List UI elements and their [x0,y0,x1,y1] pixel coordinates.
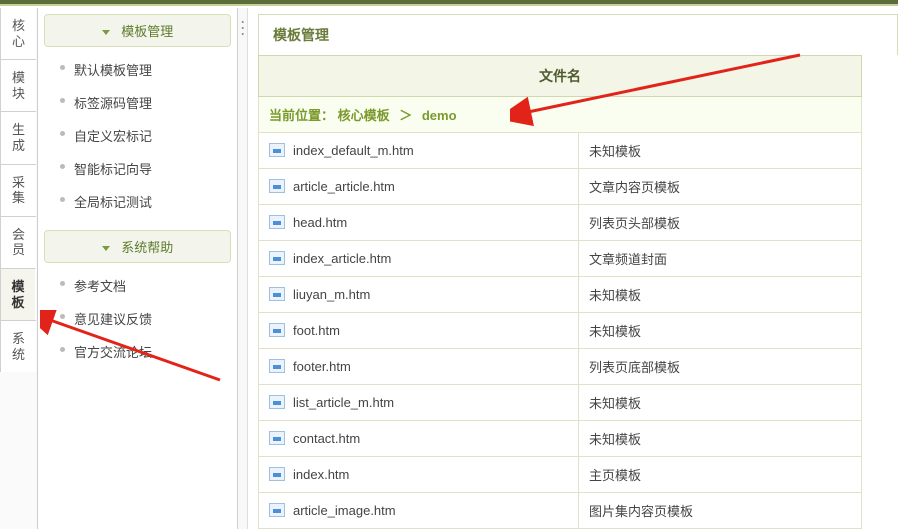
top-bar [0,0,898,6]
table-row[interactable]: index.htm 主页模板 [259,457,862,493]
table-row[interactable]: liuyan_m.htm 未知模板 [259,277,862,313]
left-tab-2[interactable]: 生 成 [0,111,36,163]
table-row[interactable]: index_default_m.htm 未知模板 [259,133,862,169]
left-tab-5[interactable]: 模 板 [0,268,36,320]
left-tab-3[interactable]: 采 集 [0,164,36,216]
help-menu-list: 参考文档意见建议反馈官方交流论坛 [44,263,231,374]
file-name-cell[interactable]: footer.htm [259,349,579,385]
file-desc-cell: 未知模板 [579,421,862,457]
file-icon [269,431,285,445]
left-tab-label: 采 集 [1,175,36,206]
template-menu: 模板管理 默认模板管理标签源码管理自定义宏标记智能标记向导全局标记测试 [44,14,231,224]
template-menu-title: 模板管理 [121,24,173,39]
file-desc-cell: 文章内容页模板 [579,169,862,205]
table-row[interactable]: list_article_m.htm 未知模板 [259,385,862,421]
table-row[interactable]: article_article.htm 文章内容页模板 [259,169,862,205]
file-desc-cell: 未知模板 [579,133,862,169]
main-content: 模板管理 文件名 当前位置： 核心模板 ＞ demoindex_default_… [248,8,898,529]
template-menu-item[interactable]: 自定义宏标记 [56,119,231,152]
help-menu-item[interactable]: 官方交流论坛 [56,335,231,368]
template-menu-item[interactable]: 默认模板管理 [56,53,231,86]
help-menu-item[interactable]: 意见建议反馈 [56,302,231,335]
file-icon [269,143,285,157]
file-name-cell[interactable]: list_article_m.htm [259,385,579,421]
table-row[interactable]: article_image.htm 图片集内容页模板 [259,493,862,529]
template-menu-item[interactable]: 全局标记测试 [56,185,231,218]
file-name-cell[interactable]: index_article.htm [259,241,579,277]
file-desc-cell: 未知模板 [579,277,862,313]
left-tab-label: 生 成 [1,122,36,153]
page-title: 模板管理 [258,14,898,55]
file-icon [269,215,285,229]
file-desc-cell: 列表页头部模板 [579,205,862,241]
table-row[interactable]: index_article.htm 文章频道封面 [259,241,862,277]
template-menu-list: 默认模板管理标签源码管理自定义宏标记智能标记向导全局标记测试 [44,47,231,224]
left-tab-label: 会 员 [1,227,36,258]
file-name: contact.htm [293,431,360,446]
file-desc-cell: 文章频道封面 [579,241,862,277]
left-tab-label: 系 统 [1,331,36,362]
file-desc-cell: 未知模板 [579,385,862,421]
template-menu-head[interactable]: 模板管理 [44,14,231,47]
file-name: foot.htm [293,323,340,338]
file-name: footer.htm [293,359,351,374]
container: 核 心模 块生 成采 集会 员模 板系 统 模板管理 默认模板管理标签源码管理自… [0,8,898,529]
help-menu-item[interactable]: 参考文档 [56,269,231,302]
template-menu-item[interactable]: 智能标记向导 [56,152,231,185]
left-tab-label: 模 块 [1,70,36,101]
table-row[interactable]: footer.htm 列表页底部模板 [259,349,862,385]
file-icon [269,395,285,409]
table-row[interactable]: contact.htm 未知模板 [259,421,862,457]
left-tab-1[interactable]: 模 块 [0,59,36,111]
file-name-cell[interactable]: foot.htm [259,313,579,349]
file-name-cell[interactable]: contact.htm [259,421,579,457]
file-table-body: 当前位置： 核心模板 ＞ demo index_default_m.htm 未知模板… [259,97,862,529]
table-row[interactable]: foot.htm 未知模板 [259,313,862,349]
file-icon [269,467,285,481]
col-header-filename: 文件名 [259,56,862,97]
file-name-cell[interactable]: liuyan_m.htm [259,277,579,313]
breadcrumb[interactable]: 当前位置： 核心模板 ＞ demo [259,97,862,133]
table-row[interactable]: head.htm 列表页头部模板 [259,205,862,241]
file-name: index_article.htm [293,251,391,266]
file-desc-cell: 图片集内容页模板 [579,493,862,529]
file-name-cell[interactable]: article_article.htm [259,169,579,205]
file-icon [269,287,285,301]
file-name-cell[interactable]: index_default_m.htm [259,133,579,169]
file-icon [269,179,285,193]
file-name: index.htm [293,467,349,482]
file-name: index_default_m.htm [293,143,414,158]
left-tab-label: 模 板 [1,279,35,310]
file-name: article_image.htm [293,503,396,518]
file-name: head.htm [293,215,347,230]
help-menu: 系统帮助 参考文档意见建议反馈官方交流论坛 [44,230,231,374]
template-menu-item[interactable]: 标签源码管理 [56,86,231,119]
file-name: liuyan_m.htm [293,287,370,302]
left-tab-label: 核 心 [1,18,36,49]
file-name: article_article.htm [293,179,395,194]
file-icon [269,323,285,337]
left-tab-0[interactable]: 核 心 [0,8,36,59]
chevron-down-icon [102,30,110,35]
file-desc-cell: 列表页底部模板 [579,349,862,385]
left-nav: 核 心模 块生 成采 集会 员模 板系 统 [0,8,38,529]
file-icon [269,251,285,265]
help-menu-head[interactable]: 系统帮助 [44,230,231,263]
help-menu-title: 系统帮助 [121,240,173,255]
chevron-down-icon [102,246,110,251]
file-name-cell[interactable]: article_image.htm [259,493,579,529]
file-name-cell[interactable]: index.htm [259,457,579,493]
file-desc-cell: 未知模板 [579,313,862,349]
splitter-handle[interactable] [238,8,248,529]
file-table: 文件名 当前位置： 核心模板 ＞ demoindex_default_m.htm… [258,55,862,529]
left-tab-4[interactable]: 会 员 [0,216,36,268]
left-tab-6[interactable]: 系 统 [0,320,36,372]
file-name: list_article_m.htm [293,395,394,410]
side-panel: 模板管理 默认模板管理标签源码管理自定义宏标记智能标记向导全局标记测试 系统帮助… [38,8,238,529]
file-icon [269,359,285,373]
file-desc-cell: 主页模板 [579,457,862,493]
file-name-cell[interactable]: head.htm [259,205,579,241]
